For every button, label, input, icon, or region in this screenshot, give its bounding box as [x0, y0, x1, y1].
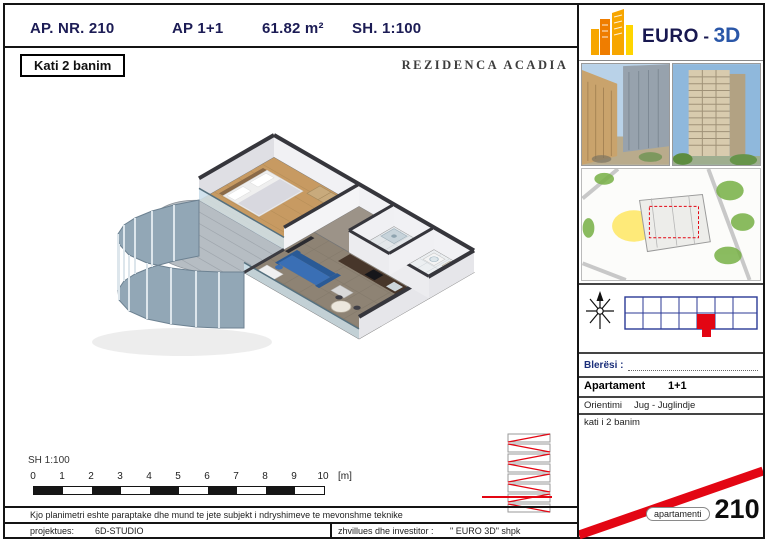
- tick: 1: [59, 471, 65, 482]
- floor-unit-locator: [624, 296, 758, 337]
- tick: 8: [262, 471, 268, 482]
- info-rule-2: [579, 396, 763, 398]
- apartment-area: 61.82 m²: [262, 20, 324, 37]
- graphic-scale-bar: [33, 486, 325, 495]
- badge-label: apartamenti: [646, 506, 710, 521]
- tick: 10: [317, 471, 329, 482]
- scalebar-unit: [m]: [338, 471, 352, 482]
- developer-name: " EURO 3D" shpk: [450, 526, 521, 536]
- sidebar-rule-locator: [579, 352, 763, 354]
- tick: 3: [117, 471, 123, 482]
- designer-label: projektues:: [30, 526, 75, 536]
- site-plan: [581, 167, 761, 282]
- info-rule-1: [579, 376, 763, 378]
- buyer-signature-line: [628, 359, 758, 371]
- header-rule: [5, 46, 577, 48]
- developer-label: zhvillues dhe investitor :: [338, 526, 434, 536]
- north-arrow-icon: [586, 291, 614, 329]
- info-rule-3: [579, 413, 763, 415]
- tick: 5: [175, 471, 181, 482]
- designer-name: 6D-STUDIO: [95, 526, 144, 536]
- apartment-badge: apartamenti 210: [646, 494, 762, 524]
- sidebar-rule-siteplan: [579, 283, 763, 285]
- euro3d-logo-text: EURO - 3D: [642, 24, 740, 48]
- apartment-type: AP 1+1: [172, 20, 224, 37]
- buyer-row: Blerësi :: [584, 359, 758, 371]
- orientation-value: Jug - Juglindje: [634, 400, 696, 411]
- tick: 4: [146, 471, 152, 482]
- tick: 6: [204, 471, 210, 482]
- footer-rule-1: [5, 506, 577, 508]
- euro3d-logo-icon: [591, 9, 633, 55]
- logo-dash: -: [703, 27, 710, 46]
- tick: 2: [88, 471, 94, 482]
- building-render-tower: [672, 63, 761, 166]
- project-title: REZIDENCA ACADIA: [401, 58, 569, 72]
- tick: 9: [291, 471, 297, 482]
- apartment-value: 1+1: [668, 380, 687, 392]
- highlighted-unit: [697, 314, 715, 329]
- drawing-sheet: AP. NR. 210 AP 1+1 61.82 m² SH. 1:100 Ka…: [0, 0, 768, 542]
- floor-plan-3d-render: [92, 133, 476, 356]
- logo-euro: EURO: [642, 26, 699, 47]
- floor-label-box: Kati 2 banim: [20, 54, 126, 77]
- badge-number: 210: [712, 494, 762, 524]
- orientation-label: Orientimi: [584, 400, 623, 411]
- tick: 7: [233, 471, 239, 482]
- buyer-label: Blerësi :: [584, 360, 624, 371]
- footer-divider: [330, 522, 332, 537]
- scalebar-ticks: 0 1 2 3 4 5 6 7 8 9 10 [m]: [30, 471, 373, 483]
- tick: 0: [30, 471, 36, 482]
- sidebar-rule-logo: [579, 60, 763, 61]
- apartment-number: AP. NR. 210: [30, 20, 115, 37]
- footer-rule-2: [5, 522, 577, 524]
- logo-3d: 3D: [713, 24, 741, 47]
- apartment-label: Apartament: [584, 380, 646, 392]
- building-render-street: [581, 63, 670, 166]
- footer-disclaimer: Kjo planimetri eshte paraptake dhe mund …: [30, 510, 403, 520]
- scalebar-label: SH 1:100: [28, 455, 70, 466]
- drawing-scale: SH. 1:100: [352, 20, 422, 37]
- floor-note: kati i 2 banim: [584, 417, 640, 428]
